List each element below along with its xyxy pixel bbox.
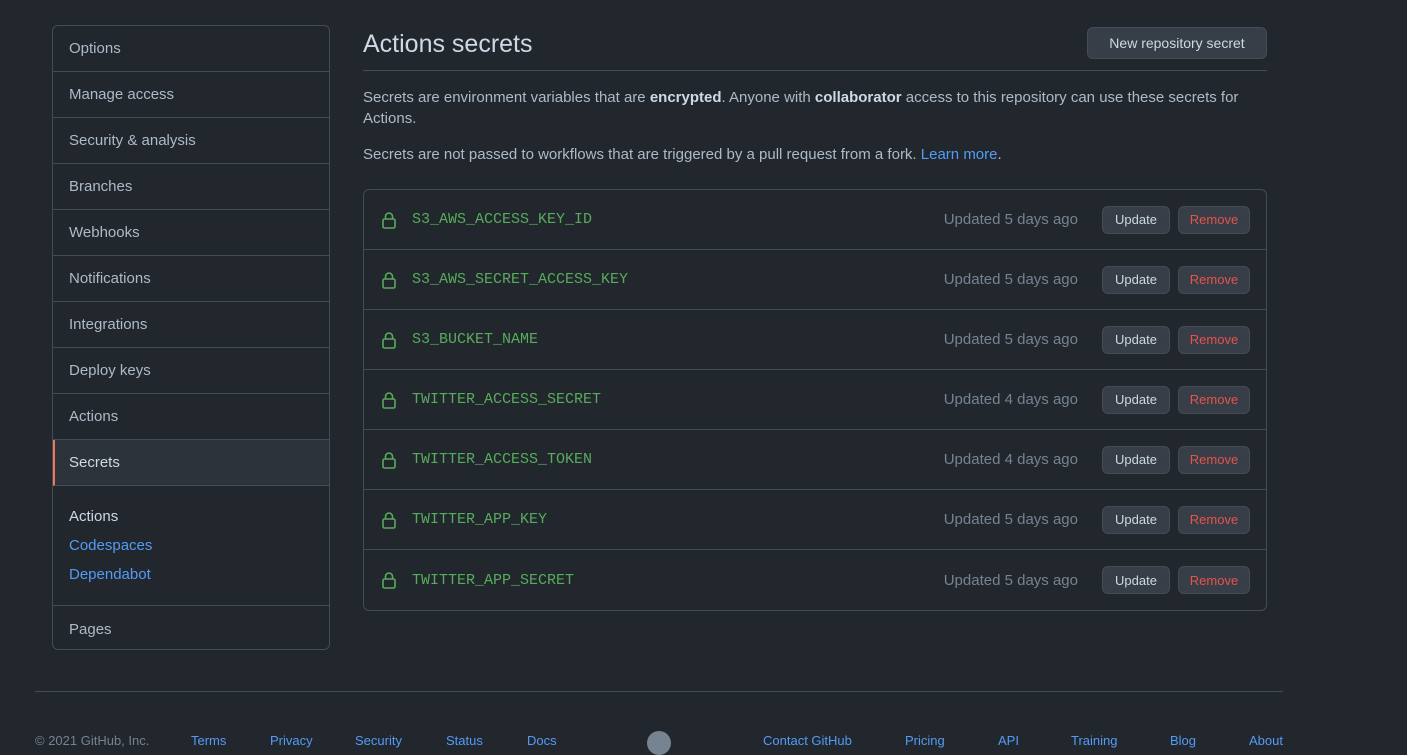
secret-updated: Updated 5 days ago xyxy=(943,331,1078,348)
secret-row: TWITTER_APP_KEY Updated 5 days ago Updat… xyxy=(364,490,1266,550)
footer-link-contact[interactable]: Contact GitHub xyxy=(763,733,852,748)
remove-secret-button[interactable]: Remove xyxy=(1178,325,1250,354)
remove-secret-button[interactable]: Remove xyxy=(1178,205,1250,234)
update-secret-button[interactable]: Update xyxy=(1102,205,1170,234)
secret-name: S3_BUCKET_NAME xyxy=(412,331,539,348)
page-header: Actions secrets New repository secret xyxy=(363,25,1267,71)
remove-secret-button[interactable]: Remove xyxy=(1178,265,1250,294)
secret-updated: Updated 5 days ago xyxy=(943,271,1078,288)
secret-name: S3_AWS_ACCESS_KEY_ID xyxy=(412,211,593,228)
desc-text-1: Secrets are environment variables that a… xyxy=(363,89,650,106)
sidebar-item-branches[interactable]: Branches xyxy=(53,164,329,210)
secrets-subnav: Actions Codespaces Dependabot xyxy=(53,486,329,606)
update-secret-button[interactable]: Update xyxy=(1102,566,1170,594)
fork-notice-end: . xyxy=(997,146,1002,163)
subnav-link-dependabot[interactable]: Dependabot xyxy=(69,560,313,589)
lock-icon xyxy=(382,452,396,469)
secret-row: TWITTER_ACCESS_TOKEN Updated 4 days ago … xyxy=(364,430,1266,490)
fork-notice: Secrets are not passed to workflows that… xyxy=(363,144,1267,165)
sidebar-item-webhooks[interactable]: Webhooks xyxy=(53,210,329,256)
footer-link-api[interactable]: API xyxy=(998,733,1019,748)
secret-name: TWITTER_APP_SECRET xyxy=(412,571,575,589)
secret-updated: Updated 5 days ago xyxy=(943,511,1078,528)
footer-link-docs[interactable]: Docs xyxy=(527,733,557,748)
sidebar-item-deploy-keys[interactable]: Deploy keys xyxy=(53,348,329,394)
footer-link-about[interactable]: About xyxy=(1249,733,1283,748)
desc-bold-encrypted: encrypted xyxy=(649,89,722,106)
settings-sidebar: Options Manage access Security & analysi… xyxy=(52,25,330,650)
secret-name: TWITTER_ACCESS_TOKEN xyxy=(412,451,593,468)
sidebar-item-options[interactable]: Options xyxy=(53,26,329,72)
update-secret-button[interactable]: Update xyxy=(1102,325,1170,354)
secret-name: TWITTER_APP_KEY xyxy=(412,511,548,528)
lock-icon xyxy=(382,272,396,289)
secrets-description: Secrets are environment variables that a… xyxy=(363,87,1267,129)
sidebar-item-integrations[interactable]: Integrations xyxy=(53,302,329,348)
remove-secret-button[interactable]: Remove xyxy=(1178,505,1250,534)
lock-icon xyxy=(382,212,396,229)
footer-link-terms[interactable]: Terms xyxy=(191,733,226,748)
footer-divider xyxy=(35,691,1283,692)
footer-link-training[interactable]: Training xyxy=(1071,733,1117,748)
secret-name: S3_AWS_SECRET_ACCESS_KEY xyxy=(412,271,629,288)
remove-secret-button[interactable]: Remove xyxy=(1178,445,1250,474)
lock-icon xyxy=(382,332,396,349)
sidebar-item-secrets[interactable]: Secrets xyxy=(53,440,329,486)
footer-link-pricing[interactable]: Pricing xyxy=(905,733,945,748)
secret-updated: Updated 5 days ago xyxy=(943,571,1078,589)
sidebar-item-security-analysis[interactable]: Security & analysis xyxy=(53,118,329,164)
footer-link-status[interactable]: Status xyxy=(446,733,483,748)
secret-row: S3_BUCKET_NAME Updated 5 days ago Update… xyxy=(364,310,1266,370)
update-secret-button[interactable]: Update xyxy=(1102,265,1170,294)
page-title: Actions secrets xyxy=(363,30,533,58)
secret-row: TWITTER_APP_SECRET Updated 5 days ago Up… xyxy=(364,550,1266,610)
learn-more-link[interactable]: Learn more xyxy=(921,146,998,163)
update-secret-button[interactable]: Update xyxy=(1102,445,1170,474)
footer-link-security[interactable]: Security xyxy=(355,733,402,748)
remove-secret-button[interactable]: Remove xyxy=(1178,385,1250,414)
secret-updated: Updated 4 days ago xyxy=(943,451,1078,468)
secret-name: TWITTER_ACCESS_SECRET xyxy=(412,391,602,408)
subnav-item-actions[interactable]: Actions xyxy=(69,502,313,531)
desc-text-2: . Anyone with xyxy=(721,89,815,106)
lock-icon xyxy=(382,512,396,529)
new-repository-secret-button[interactable]: New repository secret xyxy=(1087,27,1267,59)
update-secret-button[interactable]: Update xyxy=(1102,385,1170,414)
lock-icon xyxy=(382,392,396,409)
secret-row: S3_AWS_ACCESS_KEY_ID Updated 5 days ago … xyxy=(364,190,1266,250)
secret-updated: Updated 4 days ago xyxy=(943,391,1078,408)
secret-row: S3_AWS_SECRET_ACCESS_KEY Updated 5 days … xyxy=(364,250,1266,310)
secrets-list: S3_AWS_ACCESS_KEY_ID Updated 5 days ago … xyxy=(363,189,1267,611)
update-secret-button[interactable]: Update xyxy=(1102,505,1170,534)
sidebar-item-pages[interactable]: Pages xyxy=(53,606,329,649)
sidebar-item-manage-access[interactable]: Manage access xyxy=(53,72,329,118)
sidebar-item-notifications[interactable]: Notifications xyxy=(53,256,329,302)
subnav-link-codespaces[interactable]: Codespaces xyxy=(69,531,313,560)
lock-icon xyxy=(382,572,396,589)
footer-copyright: © 2021 GitHub, Inc. xyxy=(35,733,150,748)
secret-row: TWITTER_ACCESS_SECRET Updated 4 days ago… xyxy=(364,370,1266,430)
remove-secret-button[interactable]: Remove xyxy=(1178,566,1250,594)
secret-updated: Updated 5 days ago xyxy=(943,211,1078,228)
footer-link-blog[interactable]: Blog xyxy=(1170,733,1196,748)
sidebar-item-actions[interactable]: Actions xyxy=(53,394,329,440)
fork-notice-text: Secrets are not passed to workflows that… xyxy=(363,146,921,163)
footer-link-privacy[interactable]: Privacy xyxy=(270,733,313,748)
desc-bold-collaborator: collaborator xyxy=(814,89,902,106)
main-content: Actions secrets New repository secret Se… xyxy=(363,25,1267,611)
